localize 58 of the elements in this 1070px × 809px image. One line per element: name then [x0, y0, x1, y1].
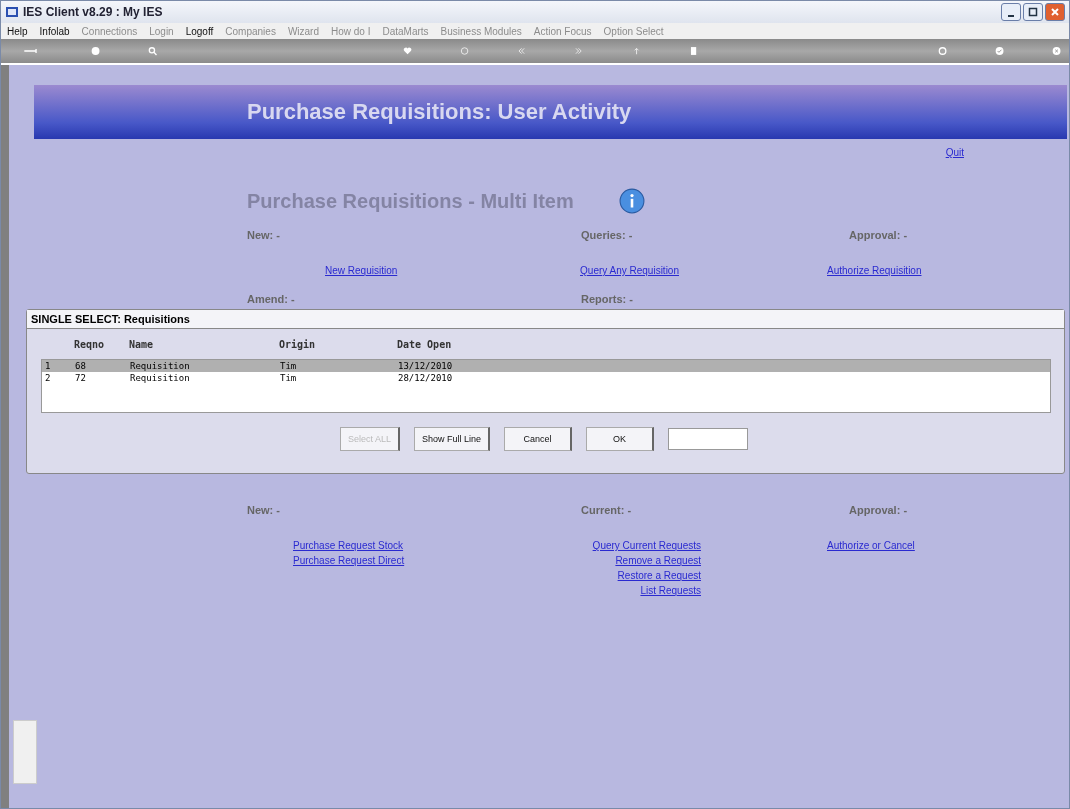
- table-cell-text: Requisition: [130, 373, 191, 383]
- row-number: 1: [44, 361, 52, 371]
- link[interactable]: Purchase Request Stock: [293, 540, 404, 551]
- link[interactable]: Query Any Requisition: [580, 265, 679, 276]
- section-label: Queries: -: [581, 229, 634, 243]
- table-cell-text: Tim: [280, 361, 298, 371]
- quit-link[interactable]: Quit: [945, 147, 964, 161]
- table-cell-text: 72: [75, 373, 87, 383]
- document-icon[interactable]: [688, 44, 698, 58]
- column-header: Name: [129, 338, 155, 350]
- table-cell-text: 28/12/2010: [398, 373, 454, 383]
- list-row[interactable]: 1 68 Requisition Tim 13/12/2010: [42, 360, 1050, 372]
- table-cell-text: 13/12/2010: [398, 361, 454, 371]
- close-button[interactable]: [1045, 3, 1065, 21]
- search-icon[interactable]: [147, 44, 157, 58]
- link[interactable]: Authorize or Cancel: [827, 540, 915, 551]
- minimize-icon: [1008, 15, 1014, 17]
- maximize-icon: [1028, 7, 1038, 17]
- section-label: Current: -: [581, 504, 633, 518]
- column-header: Origin: [279, 338, 317, 350]
- column-header: Reqno: [74, 338, 106, 350]
- close-icon: [1050, 7, 1060, 17]
- section-label: Reports: -: [581, 293, 634, 307]
- link[interactable]: Restore a Request: [617, 570, 701, 581]
- app-icon: [5, 5, 19, 19]
- section-label: Amend: -: [247, 293, 296, 307]
- column-header: Date Open: [397, 338, 453, 350]
- maximize-button[interactable]: [1023, 3, 1043, 21]
- link[interactable]: Authorize Requisition: [827, 265, 922, 276]
- section-label: New: -: [247, 504, 281, 518]
- section-label: Approval: -: [849, 229, 909, 243]
- menu-item[interactable]: Help: [7, 25, 28, 37]
- link[interactable]: Purchase Request Direct: [293, 555, 405, 566]
- link[interactable]: List Requests: [640, 585, 701, 596]
- menu-item[interactable]: Infolab: [39, 25, 70, 37]
- row-number: 2: [44, 373, 52, 383]
- table-cell-text: Tim: [280, 373, 298, 383]
- page-title: Purchase Requisitions: User Activity: [247, 99, 632, 125]
- section-label: New: -: [247, 229, 281, 243]
- link[interactable]: Query Current Requests: [592, 540, 701, 551]
- dialog-button[interactable]: Show Full Line: [414, 427, 491, 451]
- table-cell-text: 68: [75, 361, 87, 371]
- subtitle: Purchase Requisitions - Multi Item: [247, 189, 574, 213]
- section-label: Approval: -: [849, 504, 909, 518]
- dialog-title: SINGLE SELECT: Requisitions: [27, 310, 1064, 329]
- window-title: IES Client v8.29 : My IES: [23, 5, 163, 19]
- link[interactable]: New Requisition: [325, 265, 398, 276]
- table-cell-text: Requisition: [130, 361, 191, 371]
- dialog-button[interactable]: OK: [586, 427, 655, 451]
- dialog-button[interactable]: Cancel: [504, 427, 573, 451]
- menu-item[interactable]: Logoff: [185, 25, 214, 37]
- link[interactable]: Remove a Request: [615, 555, 701, 566]
- info-icon[interactable]: [618, 188, 645, 214]
- input-field[interactable]: [668, 428, 749, 450]
- list-row[interactable]: 2 72 Requisition Tim 28/12/2010: [42, 372, 1050, 384]
- close-icon[interactable]: [1051, 44, 1061, 58]
- check-icon[interactable]: [994, 44, 1004, 58]
- minimize-button[interactable]: [1001, 3, 1021, 21]
